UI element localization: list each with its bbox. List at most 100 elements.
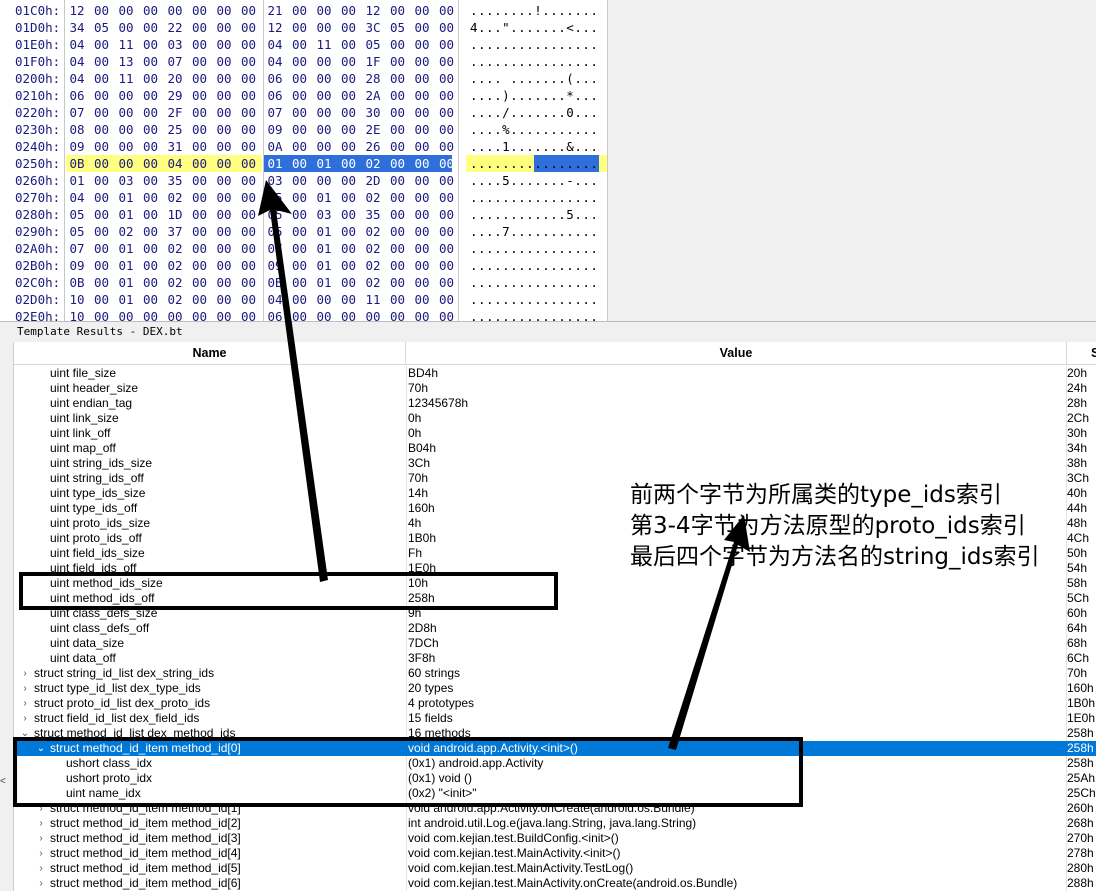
hex-byte[interactable]: 02 [362,257,384,274]
hex-byte[interactable]: 00 [411,2,433,19]
hex-byte[interactable]: 01 [115,240,137,257]
hex-byte[interactable]: 05 [66,223,88,240]
hex-byte[interactable]: 00 [91,53,113,70]
tree-row[interactable]: ushort proto_idx (0x1) void () 25Ah [14,771,1096,786]
hex-byte[interactable]: 00 [387,70,409,87]
hex-byte[interactable]: 0B [264,274,286,291]
hex-byte[interactable]: 00 [238,257,260,274]
hex-byte[interactable]: 00 [289,104,311,121]
hex-byte[interactable]: 00 [213,257,235,274]
hex-byte[interactable]: 00 [338,189,360,206]
hex-editor[interactable]: 01C0h: 12 00 00 00 00 00 00 00 21 00 00 00 12 00 00 00..… [0,0,1096,321]
hex-byte[interactable]: 00 [436,172,458,189]
hex-byte[interactable]: 00 [313,172,335,189]
hex-byte[interactable]: 00 [189,240,211,257]
hex-byte[interactable]: 00 [411,172,433,189]
tree-row[interactable]: › struct method_id_item method_id[2] int a… [14,816,1096,831]
hex-byte[interactable]: 00 [238,121,260,138]
hex-byte[interactable]: 26 [362,138,384,155]
hex-byte[interactable]: 07 [66,240,88,257]
tree-row[interactable]: uint method_ids_size 10h 58h [14,576,1096,591]
hex-byte[interactable]: 05 [91,19,113,36]
hex-byte[interactable]: 09 [66,257,88,274]
hex-byte[interactable]: 00 [189,308,211,321]
hex-byte[interactable]: 11 [115,70,137,87]
hex-byte[interactable]: 13 [115,53,137,70]
hex-byte[interactable]: 0B [66,155,88,172]
hex-byte[interactable]: 00 [213,155,235,172]
hex-byte[interactable]: 12 [66,2,88,19]
hex-byte[interactable]: 00 [362,308,384,321]
hex-byte[interactable]: 00 [238,53,260,70]
hex-byte[interactable]: 01 [115,257,137,274]
hex-byte[interactable]: 00 [213,172,235,189]
hex-byte[interactable]: 00 [387,155,409,172]
hex-byte[interactable]: 00 [387,138,409,155]
hex-byte[interactable]: 00 [140,70,162,87]
tree-row[interactable]: uint data_size 7DCh 68h [14,636,1096,651]
tree-row[interactable]: › struct method_id_item method_id[5] void … [14,861,1096,876]
hex-byte[interactable]: 00 [436,206,458,223]
hex-byte[interactable]: 03 [164,36,186,53]
hex-byte[interactable]: 00 [411,70,433,87]
hex-byte[interactable]: 00 [411,240,433,257]
hex-byte[interactable]: 01 [313,257,335,274]
hex-byte[interactable]: 00 [140,240,162,257]
hex-byte[interactable]: 00 [238,206,260,223]
hex-byte[interactable]: 37 [164,223,186,240]
tree-row[interactable]: uint class_defs_size 9h 60h [14,606,1096,621]
hex-byte[interactable]: 00 [436,257,458,274]
hex-byte[interactable]: 00 [213,121,235,138]
hex-byte[interactable]: 07 [264,104,286,121]
hex-byte[interactable]: 00 [91,70,113,87]
hex-byte[interactable]: 00 [411,257,433,274]
expand-right-icon[interactable]: › [36,861,46,876]
hex-byte[interactable]: 05 [387,19,409,36]
hex-byte[interactable]: 00 [338,257,360,274]
hex-byte[interactable]: 00 [411,121,433,138]
hex-byte[interactable]: 00 [387,189,409,206]
hex-byte[interactable]: 00 [91,2,113,19]
hex-byte[interactable]: 00 [387,223,409,240]
hex-byte[interactable]: 00 [189,172,211,189]
tree-row[interactable]: uint link_size 0h 2Ch [14,411,1096,426]
hex-byte[interactable]: 00 [338,19,360,36]
tree-row[interactable]: uint class_defs_off 2D8h 64h [14,621,1096,636]
hex-byte[interactable]: 04 [66,189,88,206]
hex-byte[interactable]: 00 [436,155,458,172]
hex-byte[interactable]: 00 [189,2,211,19]
hex-byte[interactable]: 00 [213,19,235,36]
hex-byte[interactable]: 00 [411,206,433,223]
hex-byte[interactable]: 00 [338,206,360,223]
column-header-value[interactable]: Value [406,342,1066,364]
hex-byte[interactable]: 12 [264,19,286,36]
hex-byte[interactable]: 04 [264,53,286,70]
tree-row[interactable]: uint method_ids_off 258h 5Ch [14,591,1096,606]
expand-right-icon[interactable]: › [20,666,30,681]
hex-byte[interactable]: 00 [115,155,137,172]
hex-byte[interactable]: 02 [362,189,384,206]
hex-byte[interactable]: 00 [115,121,137,138]
hex-byte[interactable]: 34 [66,19,88,36]
hex-byte[interactable]: 00 [189,274,211,291]
hex-byte[interactable]: 00 [289,87,311,104]
hex-byte[interactable]: 29 [164,87,186,104]
hex-byte[interactable]: 00 [115,308,137,321]
hex-byte[interactable]: 06 [264,87,286,104]
hex-byte[interactable]: 00 [313,308,335,321]
hex-byte[interactable]: 00 [436,53,458,70]
hex-byte[interactable]: 05 [264,189,286,206]
hex-byte[interactable]: 05 [264,223,286,240]
hex-byte[interactable]: 00 [289,19,311,36]
hex-byte[interactable]: 00 [91,138,113,155]
hex-byte[interactable]: 00 [289,70,311,87]
tree-row[interactable]: uint endian_tag 12345678h 28h [14,396,1096,411]
hex-byte[interactable]: 00 [313,104,335,121]
hex-byte[interactable]: 00 [189,19,211,36]
hex-byte[interactable]: 00 [189,70,211,87]
hex-byte[interactable]: 00 [189,223,211,240]
hex-byte[interactable]: 00 [387,87,409,104]
hex-byte[interactable]: 00 [115,19,137,36]
hex-byte[interactable]: 00 [91,223,113,240]
hex-byte[interactable]: 00 [238,274,260,291]
